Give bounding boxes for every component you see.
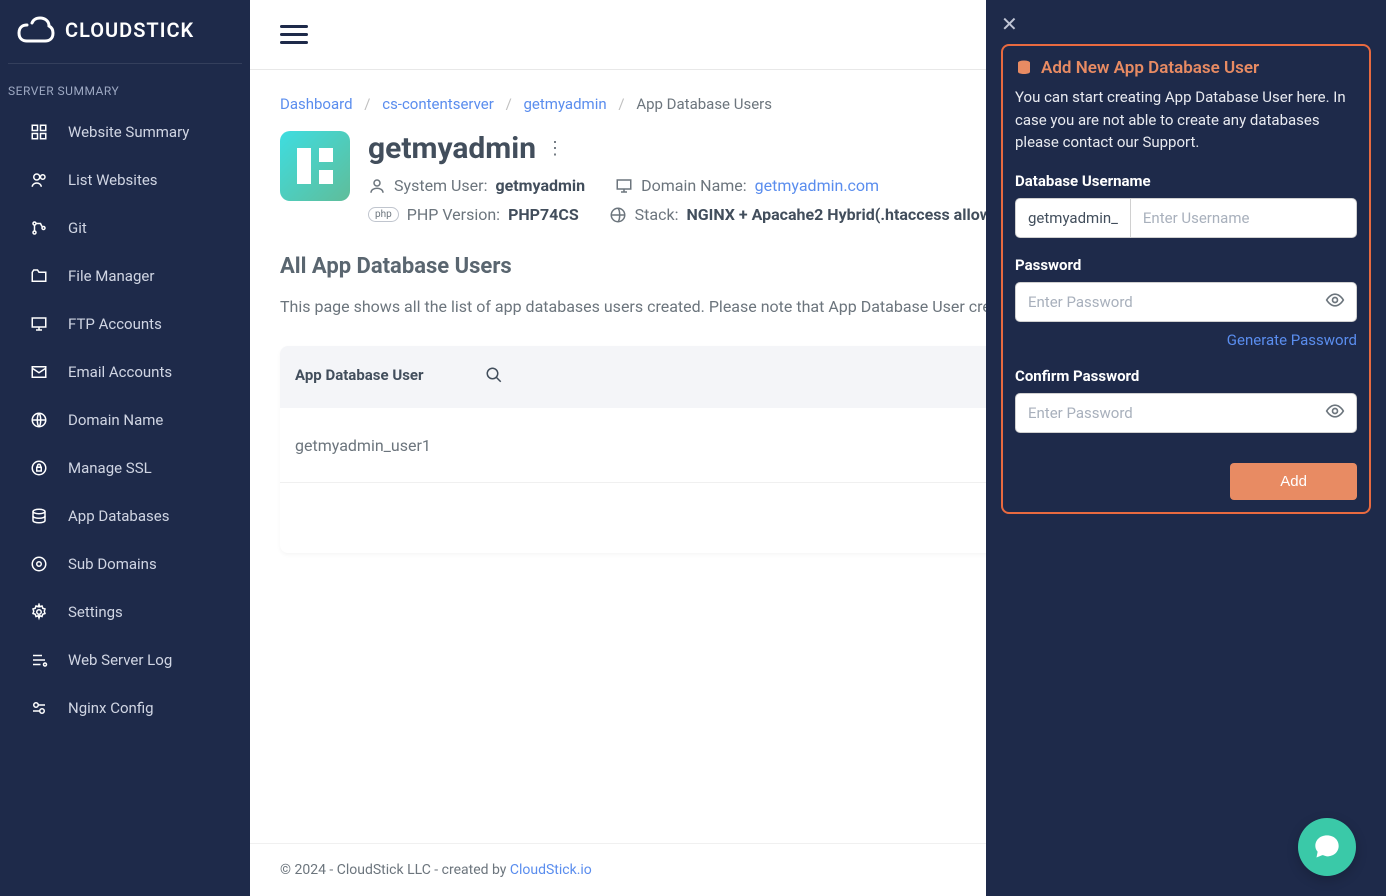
sidebar-item-label: Website Summary <box>68 123 189 141</box>
sidebar-item-app-databases[interactable]: App Databases <box>0 492 250 540</box>
password-input[interactable] <box>1015 282 1357 322</box>
add-db-user-drawer: ✕ Add New App Database User You can star… <box>986 0 1386 896</box>
summary-icon <box>28 121 50 143</box>
log-icon <box>28 649 50 671</box>
password-label: Password <box>1015 256 1357 274</box>
drawer-description: You can start creating App Database User… <box>1015 86 1357 154</box>
sidebar-item-label: Manage SSL <box>68 459 152 477</box>
sidebar-item-settings[interactable]: Settings <box>0 588 250 636</box>
stack-label: Stack: <box>635 205 679 224</box>
eye-icon[interactable] <box>1325 290 1345 314</box>
sidebar-item-label: File Manager <box>68 267 154 285</box>
breadcrumb-dashboard[interactable]: Dashboard <box>280 95 353 113</box>
system-user-label: System User: <box>394 176 487 195</box>
user-icon <box>368 177 386 195</box>
sidebar-item-ftp-accounts[interactable]: FTP Accounts <box>0 300 250 348</box>
subdomain-icon <box>28 553 50 575</box>
sidebar-item-label: Email Accounts <box>68 363 172 381</box>
sidebar-item-domain-name[interactable]: Domain Name <box>0 396 250 444</box>
php-label: PHP Version: <box>407 205 500 224</box>
folder-icon <box>28 265 50 287</box>
brand-text: CLOUDSTICK <box>65 18 194 42</box>
app-title: getmyadmin <box>368 131 536 166</box>
sidebar-item-git[interactable]: Git <box>0 204 250 252</box>
system-user-value: getmyadmin <box>495 176 585 195</box>
footer-link[interactable]: CloudStick.io <box>510 862 592 878</box>
database-icon <box>28 505 50 527</box>
sidebar-item-manage-ssl[interactable]: Manage SSL <box>0 444 250 492</box>
domain-value[interactable]: getmyadmin.com <box>755 176 879 195</box>
sidebar-section-header: SERVER SUMMARY <box>0 64 250 108</box>
config-icon <box>28 697 50 719</box>
users-icon <box>28 169 50 191</box>
sidebar-item-label: Git <box>68 219 87 237</box>
breadcrumb-server[interactable]: cs-contentserver <box>382 95 494 113</box>
username-label: Database Username <box>1015 172 1357 190</box>
th-search[interactable] <box>485 366 905 388</box>
add-button[interactable]: Add <box>1230 463 1357 500</box>
monitor-icon <box>615 177 633 195</box>
stack-value: NGINX + Apacahe2 Hybrid(.htaccess allowe… <box>686 205 1009 224</box>
stack-globe-icon <box>609 206 627 224</box>
sidebar-item-label: Web Server Log <box>68 651 172 669</box>
chat-icon <box>1313 833 1341 861</box>
search-icon <box>485 366 503 384</box>
breadcrumb-current: App Database Users <box>636 95 772 113</box>
sidebar-item-label: Domain Name <box>68 411 163 429</box>
app-icon <box>280 131 350 201</box>
git-icon <box>28 217 50 239</box>
gear-icon <box>28 601 50 623</box>
hamburger-menu[interactable] <box>280 25 308 44</box>
sidebar-item-file-manager[interactable]: File Manager <box>0 252 250 300</box>
confirm-password-input[interactable] <box>1015 393 1357 433</box>
sidebar-item-email-accounts[interactable]: Email Accounts <box>0 348 250 396</box>
sidebar-item-label: App Databases <box>68 507 169 525</box>
sidebar-item-label: FTP Accounts <box>68 315 162 333</box>
sidebar-item-web-server-log[interactable]: Web Server Log <box>0 636 250 684</box>
php-icon: php <box>368 207 399 222</box>
cloudstick-logo-icon <box>15 15 57 45</box>
chat-fab[interactable] <box>1298 818 1356 876</box>
sidebar-item-sub-domains[interactable]: Sub Domains <box>0 540 250 588</box>
brand-logo[interactable]: CLOUDSTICK <box>0 0 250 63</box>
domain-label: Domain Name: <box>641 176 747 195</box>
globe-icon <box>28 409 50 431</box>
drawer-title: Add New App Database User <box>1041 58 1259 78</box>
ssl-icon <box>28 457 50 479</box>
sidebar: CLOUDSTICK SERVER SUMMARY Website Summar… <box>0 0 250 896</box>
td-user: getmyadmin_user1 <box>295 436 905 455</box>
sidebar-item-nginx-config[interactable]: Nginx Config <box>0 684 250 732</box>
php-value: PHP74CS <box>508 205 579 224</box>
sidebar-item-label: Nginx Config <box>68 699 154 717</box>
app-actions-menu[interactable]: ⋮ <box>546 138 564 159</box>
ftp-icon <box>28 313 50 335</box>
close-icon[interactable]: ✕ <box>1001 12 1371 44</box>
email-icon <box>28 361 50 383</box>
confirm-password-label: Confirm Password <box>1015 367 1357 385</box>
username-prefix: getmyadmin_ <box>1015 198 1130 238</box>
sidebar-item-website-summary[interactable]: Website Summary <box>0 108 250 156</box>
database-icon <box>1015 59 1033 77</box>
th-user: App Database User <box>295 366 485 388</box>
sidebar-item-label: List Websites <box>68 171 158 189</box>
sidebar-item-label: Settings <box>68 603 123 621</box>
breadcrumb-app[interactable]: getmyadmin <box>524 95 607 113</box>
eye-icon[interactable] <box>1325 401 1345 425</box>
footer-text: © 2024 - CloudStick LLC - created by <box>280 862 510 878</box>
generate-password-link[interactable]: Generate Password <box>1227 331 1357 349</box>
sidebar-item-label: Sub Domains <box>68 555 157 573</box>
sidebar-item-list-websites[interactable]: List Websites <box>0 156 250 204</box>
username-input[interactable] <box>1130 198 1357 238</box>
